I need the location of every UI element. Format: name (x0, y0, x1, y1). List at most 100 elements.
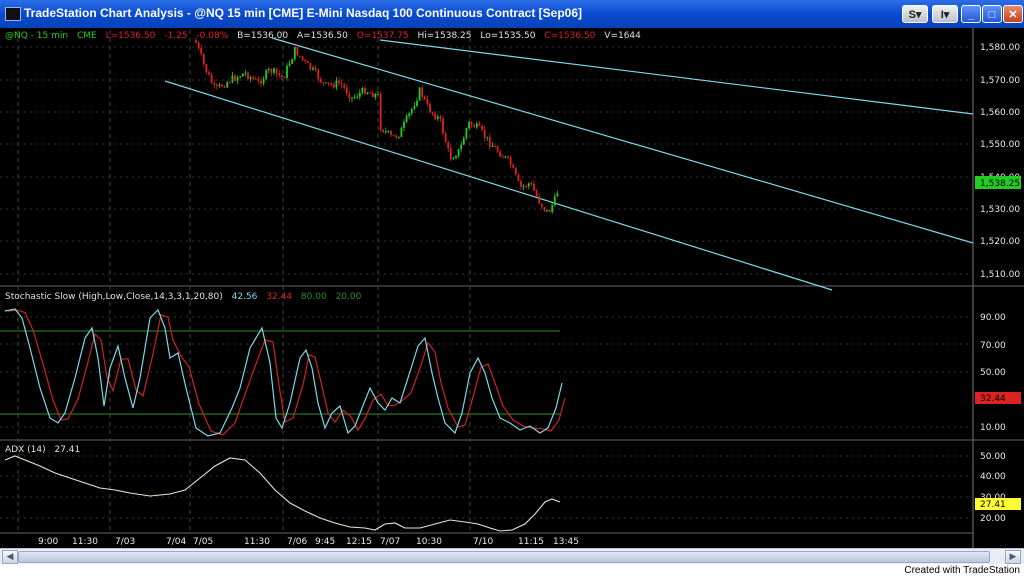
candle-body (267, 69, 270, 71)
candle-body (410, 108, 413, 114)
candle-body (395, 135, 398, 138)
candle-body (226, 82, 229, 88)
candle-body (288, 63, 291, 66)
candle-body (319, 79, 322, 83)
candle-body (327, 82, 330, 84)
candle-body (241, 73, 244, 77)
price-tick: 1,580.00 (980, 43, 1020, 53)
minimize-button[interactable]: _ (961, 5, 981, 23)
window-titlebar[interactable]: TradeStation Chart Analysis - @NQ 15 min… (0, 0, 1024, 28)
candle-body (228, 82, 231, 84)
price-tick: 1,570.00 (980, 76, 1020, 86)
candle-body (481, 125, 483, 130)
candle-body (512, 164, 515, 168)
stochastic-tick: 50.00 (980, 368, 1006, 378)
candle-body (283, 77, 286, 79)
window-title: TradeStation Chart Analysis - @NQ 15 min… (24, 6, 583, 20)
candle-body (351, 97, 353, 99)
last-price-marker-label: 1,538.25 (980, 179, 1020, 189)
candle-body (527, 183, 530, 187)
candle-body (382, 129, 385, 132)
candle-body (429, 103, 431, 113)
candle-body (335, 80, 338, 88)
candle-body (444, 133, 447, 143)
candle-body (543, 207, 546, 211)
candle-body (530, 183, 533, 185)
time-tick: 10:30 (416, 537, 442, 547)
chart-svg[interactable]: @NQ - 15 min CME L=1536.50 -1.25 -0.08% … (0, 28, 1024, 563)
candle-body (416, 100, 418, 106)
time-tick: 9:00 (38, 537, 58, 547)
candle-body (257, 79, 260, 81)
scroll-left-button[interactable]: ◀ (2, 550, 18, 564)
candle-body (377, 93, 379, 95)
candle-body (247, 72, 249, 79)
candle-body (525, 185, 528, 187)
scrollbar-thumb[interactable] (18, 551, 990, 563)
candle-body (514, 167, 517, 175)
time-tick: 7/05 (193, 537, 213, 547)
candle-body (546, 210, 548, 212)
price-tick: 1,550.00 (980, 140, 1020, 150)
candle-body (304, 59, 307, 62)
candle-body (195, 40, 197, 43)
price-tick: 1,530.00 (980, 205, 1020, 215)
symbol-link-label: S (908, 9, 916, 21)
candle-body (374, 93, 377, 98)
candle-body (270, 69, 273, 73)
candle-body (312, 67, 314, 70)
candle-body (366, 92, 369, 94)
time-tick: 7/10 (473, 537, 493, 547)
adx-tick: 20.00 (980, 514, 1006, 524)
candle-body (413, 105, 416, 109)
candle-body (353, 96, 356, 98)
time-tick: 11:15 (518, 537, 544, 547)
candle-body (447, 142, 450, 149)
candle-body (535, 190, 538, 197)
minimize-icon: _ (967, 9, 975, 21)
indicator-link-button[interactable]: I▾ (932, 5, 958, 23)
time-tick: 7/03 (115, 537, 135, 547)
chart-area[interactable]: @NQ - 15 min CME L=1536.50 -1.25 -0.08% … (0, 28, 1024, 563)
candle-body (387, 131, 390, 133)
stochastic-tick: 70.00 (980, 341, 1006, 351)
stochastic-tick: 90.00 (980, 313, 1006, 323)
close-button[interactable]: ✕ (1003, 5, 1023, 23)
candle-body (442, 118, 444, 134)
candle-body (221, 84, 223, 87)
candle-body (384, 131, 387, 133)
stochastic-tick: 10.00 (980, 423, 1006, 433)
candle-body (436, 116, 439, 119)
adx-marker-label: 27.41 (980, 500, 1006, 510)
candle-body (517, 174, 520, 181)
candle-body (431, 112, 434, 114)
stochastic-header: Stochastic Slow (High,Low,Close,14,3,3,1… (5, 292, 362, 302)
horizontal-scrollbar[interactable]: ◀ ▶ (0, 548, 1024, 564)
candle-body (392, 135, 395, 137)
time-tick: 11:30 (72, 537, 98, 547)
candle-body (244, 72, 247, 74)
candle-body (371, 92, 374, 98)
candle-body (475, 123, 478, 128)
maximize-button[interactable]: □ (982, 5, 1002, 23)
time-tick: 9:45 (315, 537, 335, 547)
candle-body (501, 156, 504, 158)
maximize-icon: □ (988, 9, 996, 21)
candle-body (218, 84, 221, 86)
candle-body (200, 48, 203, 54)
candle-body (468, 121, 470, 129)
time-tick: 7/06 (287, 537, 307, 547)
candle-body (301, 56, 304, 60)
candle-body (260, 80, 262, 84)
candle-body (231, 75, 234, 83)
scroll-right-button[interactable]: ▶ (1005, 550, 1021, 564)
symbol-link-button[interactable]: S▾ (902, 5, 928, 23)
time-tick: 11:30 (244, 537, 270, 547)
candle-body (421, 87, 424, 97)
adx-tick: 50.00 (980, 452, 1006, 462)
candle-body (369, 92, 372, 94)
time-tick: 13:45 (553, 537, 579, 547)
candle-body (504, 156, 507, 158)
candle-body (540, 203, 543, 208)
candle-body (397, 136, 400, 138)
